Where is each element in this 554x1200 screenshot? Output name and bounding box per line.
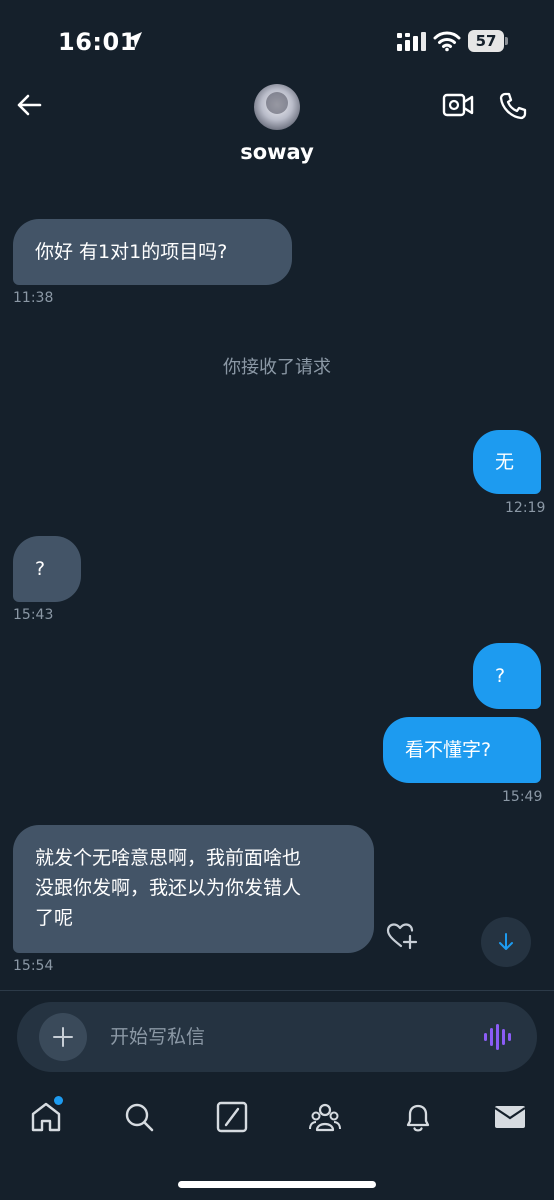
home-icon[interactable] [29,1100,63,1134]
message-timestamp: 15:43 [13,607,54,623]
communities-icon[interactable] [308,1100,342,1134]
message-composer [17,1002,537,1072]
avatar[interactable] [254,84,300,130]
message-text: 无 [495,451,515,473]
message-bubble-outgoing[interactable]: ? [473,643,541,709]
message-text-line: 了呢 [35,907,74,929]
location-arrow-icon [126,32,142,48]
battery-icon: 57 [468,30,508,52]
phone-icon[interactable] [498,91,528,121]
battery-cap [505,37,508,45]
message-bubble-incoming[interactable]: 就发个无啥意思啊，我前面啥也 没跟你发啊，我还以为你发错人 了呢 [13,825,374,953]
arrow-down-icon [499,933,513,950]
message-bubble-incoming[interactable]: ? [13,536,81,602]
message-timestamp: 15:54 [13,958,54,974]
status-bar: 16:01 57 [0,0,554,80]
battery-level: 57 [468,30,504,52]
back-arrow-icon[interactable] [14,90,44,120]
message-bubble-outgoing[interactable]: 看不懂字? [383,717,541,783]
message-text: ? [35,558,46,580]
plus-icon [53,1027,73,1047]
message-timestamp: 11:38 [13,290,54,306]
message-text-line: 没跟你发啊，我还以为你发错人 [35,877,302,899]
messages-icon[interactable] [493,1100,527,1134]
conversation-header: soway [0,80,554,190]
message-text: 看不懂字? [405,739,492,761]
composer-divider [0,990,554,991]
search-icon[interactable] [122,1100,156,1134]
video-call-icon[interactable] [442,92,474,118]
bottom-tab-bar [0,1090,554,1150]
home-notification-dot [54,1096,63,1105]
message-text: 你好 有1对1的项目吗? [35,241,228,263]
message-text: ? [495,665,506,687]
grok-icon[interactable] [215,1100,249,1134]
message-timestamp: 15:49 [502,789,543,805]
message-text-line: 就发个无啥意思啊，我前面啥也 [35,847,302,869]
message-bubble-outgoing[interactable]: 无 [473,430,541,494]
home-indicator[interactable] [178,1181,376,1188]
message-input[interactable] [110,1022,450,1052]
contact-name[interactable]: soway [0,140,554,164]
add-attachment-button[interactable] [39,1013,87,1061]
system-note: 你接收了请求 [223,357,331,378]
voice-waveform-icon[interactable] [483,1023,513,1051]
scroll-to-bottom-button[interactable] [481,917,531,967]
heart-plus-icon[interactable] [386,922,418,950]
signal-icon [397,32,426,51]
wifi-icon [433,31,461,52]
notifications-icon[interactable] [401,1100,435,1134]
message-bubble-incoming[interactable]: 你好 有1对1的项目吗? [13,219,292,285]
message-timestamp: 12:19 [505,500,546,516]
